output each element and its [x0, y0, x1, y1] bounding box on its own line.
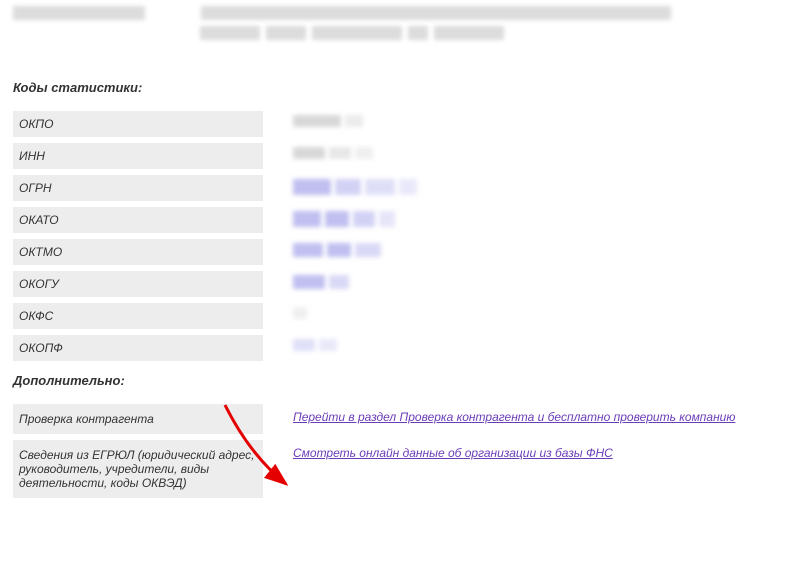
row-oktmo: ОКТМО	[13, 239, 787, 265]
ogrn-value	[293, 175, 417, 195]
inn-label: ИНН	[13, 143, 263, 169]
egrul-link[interactable]: Смотреть онлайн данные об организации из…	[293, 444, 613, 462]
okopf-value	[293, 335, 337, 351]
inn-value	[293, 143, 373, 159]
okpo-label: ОКПО	[13, 111, 263, 137]
row-ogrn: ОГРН	[13, 175, 787, 201]
row-okogu: ОКОГУ	[13, 271, 787, 297]
row-check-counterparty: Проверка контрагента Перейти в раздел Пр…	[13, 404, 787, 434]
okpo-value	[293, 111, 363, 127]
header-blur-row1	[13, 6, 671, 20]
oktmo-label: ОКТМО	[13, 239, 263, 265]
additional-section-title: Дополнительно:	[13, 373, 787, 388]
row-egrul: Сведения из ЕГРЮЛ (юридический адрес, ру…	[13, 440, 787, 498]
check-counterparty-label: Проверка контрагента	[13, 404, 263, 434]
ogrn-label: ОГРН	[13, 175, 263, 201]
row-okato: ОКАТО	[13, 207, 787, 233]
oktmo-value	[293, 239, 381, 257]
okogu-value	[293, 271, 349, 289]
header-blur-row2	[200, 26, 504, 40]
okato-value	[293, 207, 395, 227]
stats-section-title: Коды статистики:	[13, 80, 787, 95]
okogu-label: ОКОГУ	[13, 271, 263, 297]
okfs-value	[293, 303, 307, 319]
okfs-label: ОКФС	[13, 303, 263, 329]
row-inn: ИНН	[13, 143, 787, 169]
row-okpo: ОКПО	[13, 111, 787, 137]
okopf-label: ОКОПФ	[13, 335, 263, 361]
row-okfs: ОКФС	[13, 303, 787, 329]
check-counterparty-link[interactable]: Перейти в раздел Проверка контрагента и …	[293, 408, 735, 426]
okato-label: ОКАТО	[13, 207, 263, 233]
row-okopf: ОКОПФ	[13, 335, 787, 361]
egrul-label: Сведения из ЕГРЮЛ (юридический адрес, ру…	[13, 440, 263, 498]
